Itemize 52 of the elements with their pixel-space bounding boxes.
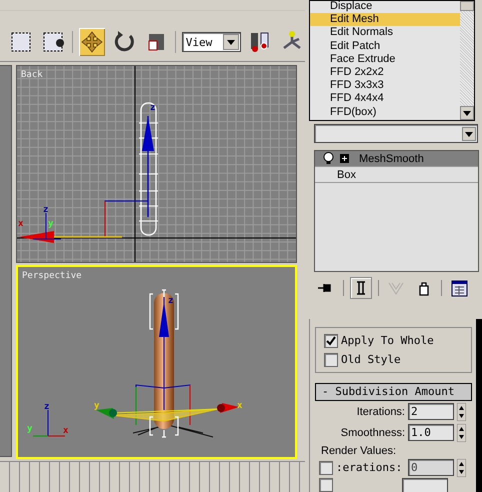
- modifier-stack-item[interactable]: Box: [315, 167, 478, 184]
- spinner-arrows-icon[interactable]: [457, 402, 466, 420]
- checkbox[interactable]: [324, 334, 338, 348]
- axis-tripod-icon: [32, 212, 62, 240]
- pipe-button[interactable]: [350, 277, 372, 299]
- spinner-field[interactable]: 2: [408, 403, 454, 420]
- gizmo-axis-label: y: [94, 401, 100, 411]
- spinner-field[interactable]: 1.0: [408, 424, 454, 441]
- spinner-arrows-icon[interactable]: [457, 458, 466, 476]
- viewport-label: Perspective: [22, 271, 82, 281]
- spinner-field[interactable]: [402, 478, 448, 492]
- spinner-label: Iterations:: [356, 406, 405, 418]
- checkbox[interactable]: [324, 352, 338, 366]
- tripod-axis-label: y: [48, 219, 54, 229]
- tripod-axis-label: z: [43, 205, 48, 215]
- modifier-list-combo[interactable]: [314, 124, 478, 144]
- dropdown-list-item[interactable]: FFD(box): [310, 106, 460, 119]
- spinner-label: Smoothness:: [340, 426, 405, 438]
- gizmo-axis-label: z: [168, 296, 174, 306]
- gizmo-axis-label: z: [150, 103, 156, 113]
- grid-window-icon: [449, 278, 469, 298]
- tripod-axis-label: z: [44, 402, 50, 412]
- dropdown-list-item[interactable]: FFD 4x4x4: [310, 92, 460, 106]
- tripod-axis-label: y: [27, 424, 32, 434]
- modifier-stack-item[interactable]: MeshSmooth: [315, 151, 478, 168]
- reference-coordinate-dropdown[interactable]: View: [182, 32, 242, 52]
- checkbox-label: Old Style: [341, 353, 401, 366]
- viewport[interactable]: Back z z x y: [16, 65, 297, 263]
- dropdown-list-item[interactable]: FFD 3x3x3: [310, 79, 460, 92]
- light-bulb-icon[interactable]: [323, 152, 334, 166]
- spinner-label: :erations:: [336, 461, 402, 474]
- viewport[interactable]: Perspective z z y x y x: [16, 265, 297, 459]
- dropdown-list-item[interactable]: Edit Patch: [310, 40, 460, 53]
- section-label: Render Values:: [320, 445, 398, 457]
- dropdown-list-item[interactable]: Displace: [310, 0, 460, 14]
- dropdown-list-item[interactable]: Edit Mesh: [310, 13, 460, 26]
- tripod-axis-label: x: [63, 426, 68, 436]
- dropdown-list-item[interactable]: FFD 2x2x2: [310, 66, 460, 80]
- expand-plus-icon[interactable]: [340, 154, 349, 164]
- viewport-label: Back: [21, 70, 43, 80]
- checkbox[interactable]: [319, 478, 333, 492]
- gizmo-axis-label: x: [237, 401, 242, 411]
- checkbox-label: Apply To Whole: [341, 334, 434, 347]
- dropdown-list-item[interactable]: Edit Normals: [310, 26, 460, 40]
- spinner-arrows-icon[interactable]: [457, 424, 466, 442]
- checkmark-icon: [325, 334, 337, 346]
- rollout-header[interactable]: - Subdivision Amount: [315, 383, 472, 401]
- dropdown-list-item[interactable]: Face Extrude: [310, 52, 460, 66]
- move-icon: [78, 29, 105, 55]
- move-tool-button[interactable]: [78, 28, 105, 56]
- tripod-axis-label: x: [18, 219, 24, 229]
- scrollbar-thumb[interactable]: [460, 1, 474, 11]
